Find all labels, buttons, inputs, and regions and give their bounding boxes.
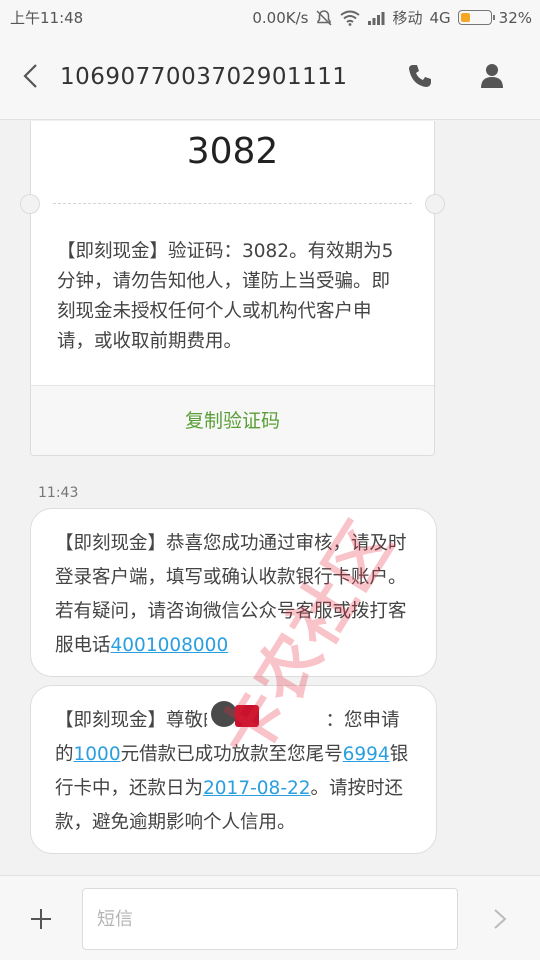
message-bubble[interactable]: 【即刻现金】恭喜您成功通过审核，请及时登录客户端，填写或确认收款银行卡账户。若有… — [30, 508, 437, 677]
date-link[interactable]: 2017-08-22 — [203, 778, 311, 799]
network-speed: 0.00K/s — [252, 8, 309, 27]
redaction-blot — [211, 701, 237, 727]
card-number-link[interactable]: 6994 — [343, 744, 390, 765]
message-timestamp: 11:43 — [38, 485, 79, 501]
redaction-mark — [207, 699, 285, 731]
person-icon — [481, 64, 503, 88]
wifi-icon — [340, 10, 361, 26]
message-list[interactable]: 3082 【即刻现金】验证码：3082。有效期为5分钟，请勿告知他人，谨防上当受… — [0, 121, 540, 875]
status-time: 上午11:48 — [10, 9, 84, 27]
message-text: 【即刻现金】恭喜您成功通过审核，请及时登录客户端，填写或确认收款银行卡账户。若有… — [55, 533, 407, 656]
verification-code: 3082 — [186, 131, 279, 172]
verification-message-text: 【即刻现金】验证码：3082。有效期为5分钟，请勿告知他人，谨防上当受骗。即刻现… — [57, 241, 394, 352]
status-bar: 上午11:48 0.00K/s 移动 4G 32% — [0, 0, 540, 32]
verification-code-card[interactable]: 3082 【即刻现金】验证码：3082。有效期为5分钟，请勿告知他人，谨防上当受… — [20, 121, 445, 456]
dashed-divider — [53, 203, 412, 204]
message-text: 【即刻现金】尊敬的 — [55, 710, 222, 731]
status-indicators: 0.00K/s 移动 4G 32% — [252, 7, 532, 28]
send-arrow-icon — [494, 909, 507, 929]
contact-button[interactable] — [476, 60, 508, 92]
compose-bar — [0, 875, 540, 960]
message-input[interactable] — [82, 888, 458, 950]
plus-icon — [31, 909, 51, 929]
battery-icon — [457, 10, 495, 25]
conversation-header: 1069077003702901111 — [0, 32, 540, 120]
sender-number: 1069077003702901111 — [60, 64, 348, 90]
battery-fill — [460, 13, 470, 22]
copy-code-button[interactable]: 复制验证码 — [31, 385, 434, 455]
battery-percent: 32% — [498, 8, 532, 27]
attach-button[interactable] — [26, 904, 56, 934]
network-type: 4G — [429, 8, 451, 27]
phone-number-link[interactable]: 4001008000 — [111, 635, 229, 656]
message-text: 元借款已成功放款至您尾号 — [120, 744, 343, 765]
redaction-blot — [235, 705, 259, 727]
phone-icon — [409, 65, 431, 87]
carrier: 移动 — [392, 9, 423, 27]
call-button[interactable] — [404, 60, 436, 92]
card-notch — [425, 194, 445, 214]
back-button[interactable] — [14, 56, 48, 96]
send-button[interactable] — [488, 904, 512, 934]
amount-link[interactable]: 1000 — [74, 744, 121, 765]
back-arrow-icon — [23, 64, 37, 88]
mute-icon — [316, 9, 332, 26]
card-notch — [20, 194, 40, 214]
signal-icon — [368, 11, 385, 25]
